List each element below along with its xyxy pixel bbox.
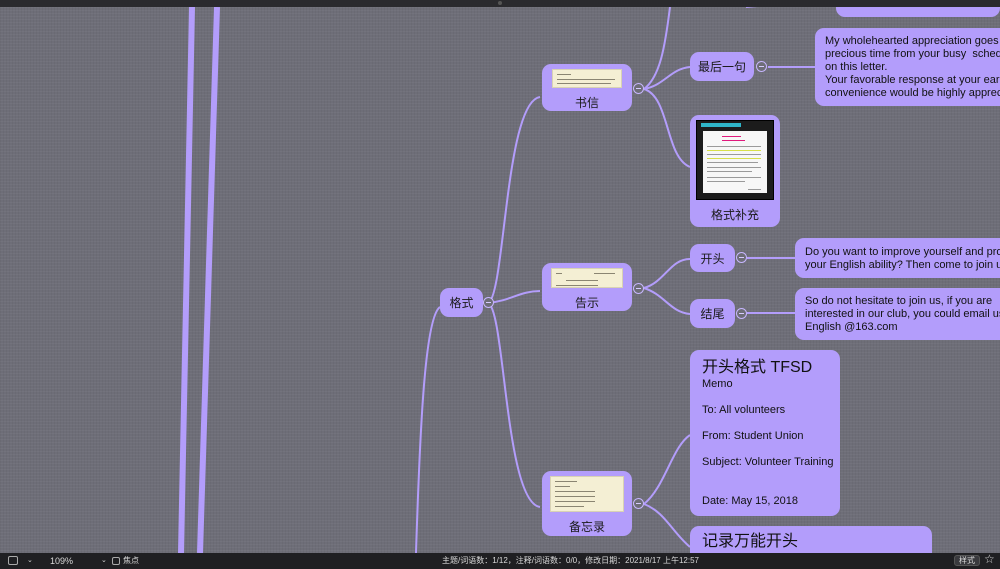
sidebar-toggle-icon[interactable] xyxy=(8,556,18,565)
root-topic-node[interactable]: 格式 xyxy=(440,288,483,317)
offscreen-topic-node[interactable] xyxy=(836,7,1000,17)
window-dot-icon xyxy=(498,1,502,5)
memo-line: Subject: Volunteer Training xyxy=(702,456,834,468)
collapse-icon[interactable] xyxy=(633,498,644,509)
shuxin-topic-node[interactable]: 书信 xyxy=(542,64,632,111)
memo-line xyxy=(702,417,828,430)
zoom-level[interactable]: 109% xyxy=(50,556,73,566)
format-supplement-thumbnail xyxy=(696,120,774,200)
ending-node[interactable]: 结尾 xyxy=(690,299,735,328)
gaoshi-topic-node[interactable]: 告示 xyxy=(542,263,632,311)
line-memo-record xyxy=(643,503,691,548)
line-root-beiwanglu xyxy=(487,302,541,508)
memo-line: To: All volunteers xyxy=(702,404,786,416)
status-bar: ⌄ 109% ⌄ 焦点 主题/词语数：1/12，注释/词语数：0/0，修改日期：… xyxy=(0,553,1000,569)
collapse-icon[interactable] xyxy=(756,61,767,72)
memo-line xyxy=(702,469,828,482)
window-title-bar xyxy=(0,0,1000,7)
collapse-icon[interactable] xyxy=(633,83,644,94)
root-topic-label: 格式 xyxy=(449,296,474,310)
ending-text-node[interactable]: So do not hesitate to join us, if you ar… xyxy=(795,288,1000,340)
line-root-shuxin xyxy=(487,96,541,304)
beiwanglu-topic-node[interactable]: 备忘录 xyxy=(542,471,632,536)
line-memo-format xyxy=(643,434,691,505)
line-gaoshi-end xyxy=(643,287,691,315)
last-sentence-text-node[interactable]: My wholehearted appreciation goes fo pre… xyxy=(815,28,1000,106)
shuxin-thumbnail xyxy=(552,69,622,88)
trunk-line-1 xyxy=(178,7,195,553)
memo-format-title: 开头格式 TFSD xyxy=(702,359,813,376)
memo-line: Memo xyxy=(702,378,733,390)
beiwanglu-thumbnail xyxy=(550,476,624,512)
gaoshi-topic-label: 告示 xyxy=(574,296,599,310)
line-shuxin-last xyxy=(643,66,691,90)
opening-node[interactable]: 开头 xyxy=(690,244,735,272)
collapse-icon[interactable] xyxy=(633,283,644,294)
root-parent-line xyxy=(415,306,441,553)
collapse-icon[interactable] xyxy=(736,252,747,263)
ending-label: 结尾 xyxy=(700,307,725,321)
record-opening-title: 记录万能开头 xyxy=(702,533,799,550)
last-sentence-node[interactable]: 最后一句 xyxy=(690,52,754,81)
collapse-icon[interactable] xyxy=(736,308,747,319)
memo-line: Date: May 15, 2018 xyxy=(702,495,799,507)
mindmap-canvas[interactable]: 格式 书信 最后一句 My wholehearted appreciation … xyxy=(0,7,1000,553)
line-gaoshi-open xyxy=(643,258,691,289)
chevron-down-icon[interactable]: ⌄ xyxy=(27,556,33,566)
trunk-line-2 xyxy=(197,7,220,553)
gaoshi-thumbnail xyxy=(551,268,623,288)
memo-format-node[interactable]: 开头格式 TFSD Memo To: All volunteers From: … xyxy=(690,350,840,516)
focus-checkbox-icon[interactable] xyxy=(112,557,120,565)
line-shuxin-supp xyxy=(643,88,691,168)
opening-label: 开头 xyxy=(700,251,725,266)
memo-line xyxy=(702,391,828,404)
status-info-text: 主题/词语数：1/12，注释/词语数：0/0，修改日期：2021/8/17 上午… xyxy=(442,556,699,565)
format-supplement-node[interactable]: 格式补充 xyxy=(690,115,780,227)
star-icon[interactable]: ☆ xyxy=(984,553,995,565)
format-supplement-label: 格式补充 xyxy=(710,208,759,222)
style-button[interactable]: 样式 xyxy=(954,555,980,566)
line-root-gaoshi xyxy=(487,290,541,304)
opening-text-node[interactable]: Do you want to improve yourself and prom… xyxy=(795,238,1000,278)
shuxin-topic-label: 书信 xyxy=(574,96,599,110)
line-shuxin-up xyxy=(643,7,671,90)
beiwanglu-topic-label: 备忘录 xyxy=(568,520,605,534)
chevron-down-icon[interactable]: ⌄ xyxy=(101,556,107,566)
record-opening-node[interactable]: 记录万能开头 xyxy=(690,526,932,553)
focus-label[interactable]: 焦点 xyxy=(123,556,139,566)
memo-line xyxy=(702,482,828,495)
collapse-icon[interactable] xyxy=(483,297,494,308)
last-sentence-label: 最后一句 xyxy=(697,60,746,74)
memo-line xyxy=(702,443,828,456)
memo-line: From: Student Union xyxy=(702,430,804,442)
